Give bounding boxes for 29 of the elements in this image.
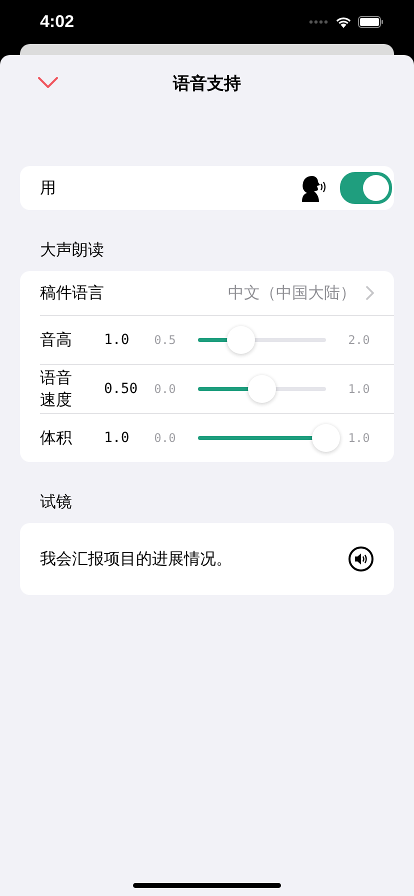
preview-text: 我会汇报项目的进展情况。 (40, 548, 233, 570)
slider-label: 音高 (40, 329, 73, 351)
language-row[interactable]: 稿件语言 中文（中国大陆） (20, 271, 394, 315)
slider-max: 1.0 (347, 382, 371, 396)
enable-label: 用 (40, 178, 57, 198)
slider-thumb[interactable] (226, 326, 255, 354)
slider-min: 0.0 (153, 431, 177, 445)
slider-max: 2.0 (347, 333, 371, 347)
chevron-down-icon[interactable] (38, 77, 58, 88)
slider-min: 0.5 (153, 333, 177, 347)
slider-max: 1.0 (347, 431, 371, 445)
enable-toggle[interactable] (340, 172, 392, 204)
slider-label: 体积 (40, 427, 73, 449)
cellular-signal-icon (309, 20, 329, 24)
chevron-right-icon (366, 286, 374, 300)
slider-label: 语音速度 (40, 367, 72, 411)
section-heading: 大声朗读 (39, 239, 105, 261)
section-heading: 试镜 (39, 491, 73, 513)
slider-reading: 1.0 (104, 430, 130, 446)
slider-thumb[interactable] (248, 375, 276, 403)
slider-reading: 1.0 (104, 332, 130, 348)
slider-reading: 0.50 (104, 381, 139, 397)
sheet-title: 语音支持 (173, 72, 241, 94)
slider-thumb[interactable] (312, 424, 340, 452)
status-time: 4:02 (40, 12, 74, 32)
speaker-icon[interactable] (348, 546, 374, 572)
battery-icon (358, 16, 384, 28)
wifi-icon (335, 16, 352, 28)
slider-min: 0.0 (153, 382, 177, 396)
